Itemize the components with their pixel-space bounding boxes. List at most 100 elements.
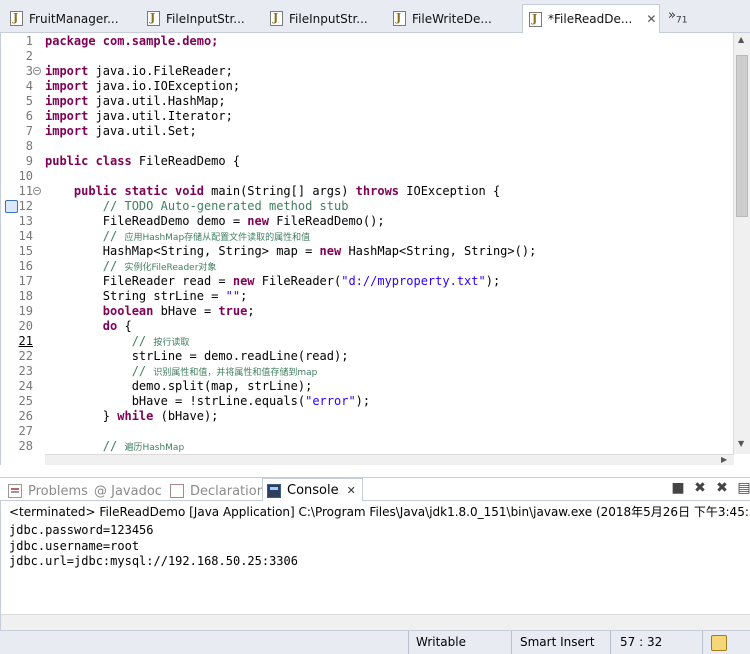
tab-label: @ Javadoc <box>94 483 162 499</box>
fold-toggle-icon[interactable]: − <box>33 67 41 75</box>
java-file-icon <box>147 11 160 26</box>
tab-label: Problems <box>28 483 88 499</box>
code-line: 14 // 应用HashMap存储从配置文件读取的属性和值 <box>1 229 734 244</box>
code-line: 5 import java.util.HashMap; <box>1 94 734 109</box>
editor-tab-label: FileWriteDe... <box>412 11 492 26</box>
close-icon[interactable]: ✕ <box>646 12 656 26</box>
java-file-icon <box>529 11 542 27</box>
editor-tab-label: FileInputStr... <box>166 11 245 26</box>
java-file-icon <box>393 11 406 26</box>
code-line: 4 import java.io.IOException; <box>1 79 734 94</box>
clear-console-icon[interactable]: ▤ <box>736 480 750 496</box>
progress-icon[interactable] <box>711 635 727 651</box>
tab-label: Console <box>287 483 339 498</box>
line-number: 24 <box>18 379 33 393</box>
editor-vertical-scrollbar[interactable]: ▲ ▼ <box>733 33 750 454</box>
scrollbar-thumb[interactable] <box>736 55 748 217</box>
line-number: 13 <box>18 214 33 228</box>
remove-all-launches-icon[interactable]: ✖ <box>714 480 730 496</box>
line-number: 17 <box>18 274 33 288</box>
tab-console[interactable]: Console ✕ <box>262 478 363 502</box>
scroll-up-icon[interactable]: ▲ <box>738 35 744 44</box>
status-insert-mode: Smart Insert <box>520 635 595 649</box>
code-area[interactable]: 1 package com.sample.demo; 2 3− import jav… <box>1 33 734 454</box>
editor-tab-filewritedemo[interactable]: FileWriteDe... <box>387 5 519 32</box>
chevron-double-right-icon: » <box>668 8 676 23</box>
line-number: 25 <box>18 394 33 408</box>
remove-launch-icon[interactable]: ✖ <box>692 480 708 496</box>
editor-tab-filereaddemo[interactable]: *FileReadDe... ✕ <box>522 4 660 33</box>
line-number: 28 <box>18 439 33 453</box>
tab-problems[interactable]: Problems <box>8 481 88 501</box>
line-number: 18 <box>18 289 33 303</box>
code-line: 18 String strLine = ""; <box>1 289 734 304</box>
line-number: 1 <box>25 34 33 48</box>
console-output[interactable]: <terminated> FileReadDemo [Java Applicat… <box>0 501 750 630</box>
line-number: 5 <box>25 94 33 108</box>
code-line: 7 import java.util.Set; <box>1 124 734 139</box>
code-line: 21 // 按行读取 <box>1 334 734 349</box>
tab-label: Declaration <box>190 483 265 499</box>
console-icon <box>267 483 281 498</box>
line-number: 6 <box>25 109 33 123</box>
line-number: 26 <box>18 409 33 423</box>
editor-tab-label: FruitManager... <box>29 11 119 26</box>
line-number: 20 <box>18 319 33 333</box>
status-writable: Writable <box>416 635 466 649</box>
code-line: 23 // 识别属性和值，并将属性和值存储到map <box>1 364 734 379</box>
code-line: 28 // 遍历HashMap <box>1 439 734 454</box>
code-line: 10 <box>1 169 734 184</box>
declaration-icon <box>170 484 184 498</box>
hidden-tab-count: 71 <box>675 15 688 26</box>
line-number: 4 <box>25 79 33 93</box>
close-icon[interactable]: ✕ <box>347 484 356 497</box>
line-number: 16 <box>18 259 33 273</box>
tab-declaration[interactable]: Declaration <box>170 481 265 501</box>
editor-tab-fileinputstream-1[interactable]: FileInputStr... <box>141 5 263 32</box>
scroll-right-icon[interactable]: ▶ <box>721 455 727 464</box>
editor-horizontal-scrollbar[interactable]: ▶ <box>45 454 734 465</box>
code-line: 20 do { <box>1 319 734 334</box>
code-line: 27 <box>1 424 734 439</box>
terminate-icon[interactable]: ■ <box>670 480 686 496</box>
console-status-line: <terminated> FileReadDemo [Java Applicat… <box>9 505 750 519</box>
code-line: 13 FileReadDemo demo = new FileReadDemo(… <box>1 214 734 229</box>
tab-javadoc[interactable]: @ Javadoc <box>94 481 162 501</box>
tab-overflow-button[interactable]: »71 <box>668 8 687 26</box>
code-line: 12 // TODO Auto-generated method stub <box>1 199 734 214</box>
code-line: 2 <box>1 49 734 64</box>
code-line: 11− public static void main(String[] arg… <box>1 184 734 199</box>
editor-tab-fileinputstream-2[interactable]: FileInputStr... <box>264 5 386 32</box>
console-line: jdbc.username=root <box>9 539 140 553</box>
status-cursor-position: 57 : 32 <box>620 635 663 649</box>
line-number: 22 <box>18 349 33 363</box>
code-line: 24 demo.split(map, strLine); <box>1 379 734 394</box>
console-line: jdbc.password=123456 <box>9 523 154 537</box>
editor-tab-bar: FruitManager... FileInputStr... FileInpu… <box>0 0 750 33</box>
code-line: 25 bHave = !strLine.equals("error"); <box>1 394 734 409</box>
line-number: 15 <box>18 244 33 258</box>
java-file-icon <box>270 11 283 26</box>
console-horizontal-scrollbar[interactable] <box>1 614 750 630</box>
editor-tab-fruitmanager[interactable]: FruitManager... <box>4 5 140 32</box>
java-file-icon <box>10 11 23 26</box>
problems-icon <box>8 484 22 498</box>
line-number: 8 <box>25 139 33 153</box>
code-editor[interactable]: 1 package com.sample.demo; 2 3− import jav… <box>0 33 750 465</box>
code-line: 26 } while (bHave); <box>1 409 734 424</box>
line-number: 14 <box>18 229 33 243</box>
code-line: 9 public class FileReadDemo { <box>1 154 734 169</box>
code-line: 3− import java.io.FileReader; <box>1 64 734 79</box>
console-line: jdbc.url=jdbc:mysql://192.168.50.25:3306 <box>9 554 298 568</box>
code-line: 17 FileReader read = new FileReader("d:/… <box>1 274 734 289</box>
line-number: 12 <box>18 199 33 213</box>
line-number: 10 <box>18 169 33 183</box>
fold-toggle-icon[interactable]: − <box>33 187 41 195</box>
line-number: 9 <box>25 154 33 168</box>
line-number: 23 <box>18 364 33 378</box>
scroll-down-icon[interactable]: ▼ <box>738 439 744 448</box>
line-number: 27 <box>18 424 33 438</box>
line-number: 19 <box>18 304 33 318</box>
code-line: 22 strLine = demo.readLine(read); <box>1 349 734 364</box>
editor-tab-label: FileInputStr... <box>289 11 368 26</box>
